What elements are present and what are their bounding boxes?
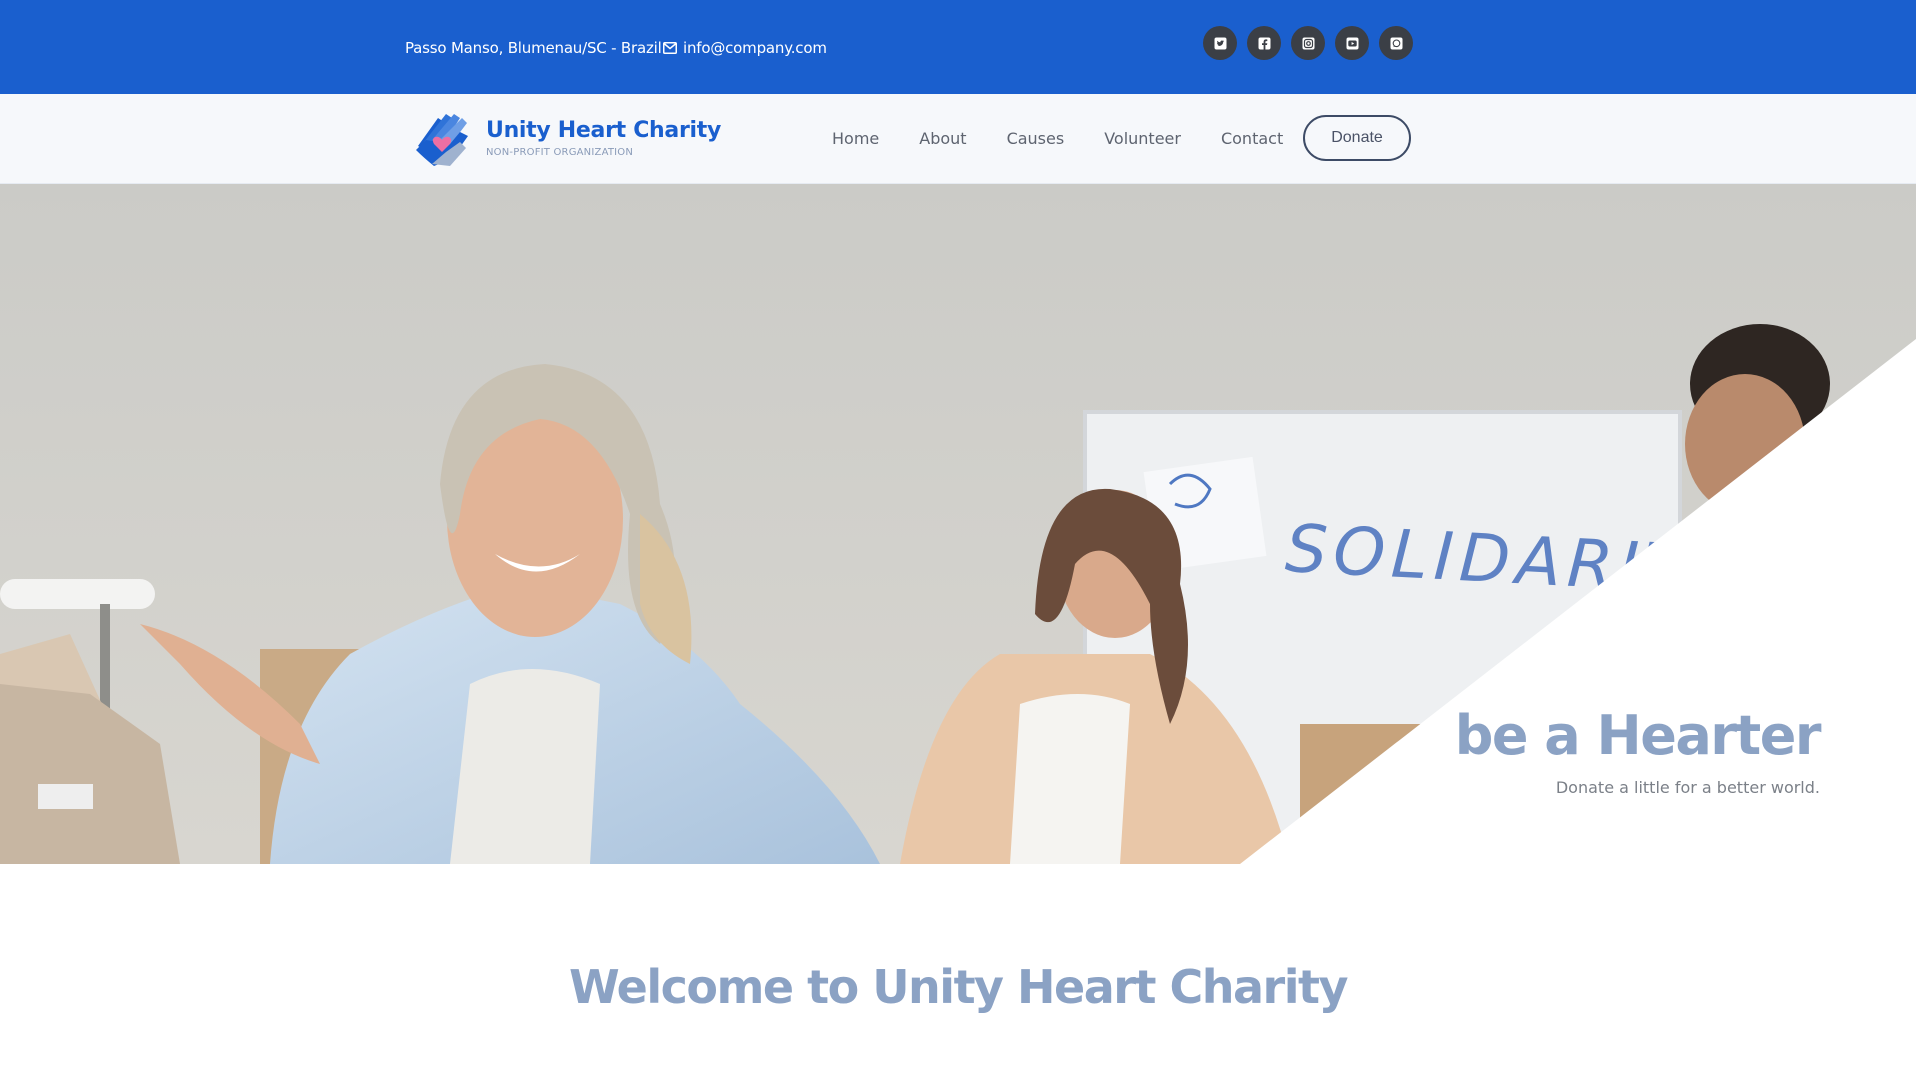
primary-nav: Home About Causes Volunteer Contact Dona…: [812, 114, 1411, 162]
nav-home[interactable]: Home: [812, 114, 899, 162]
brand-name: Unity Heart Charity: [486, 118, 721, 143]
brand-logo[interactable]: Unity Heart Charity NON-PROFIT ORGANIZAT…: [410, 106, 721, 170]
twitter-icon[interactable]: [1203, 26, 1237, 60]
email-text: info@company.com: [683, 39, 827, 57]
nav-causes[interactable]: Causes: [987, 114, 1085, 162]
instagram-icon[interactable]: [1291, 26, 1325, 60]
donate-button[interactable]: Donate: [1303, 115, 1411, 161]
top-bar: Passo Manso, Blumenau/SC - Brazil info@c…: [0, 0, 1916, 94]
address-text: Passo Manso, Blumenau/SC - Brazil: [405, 39, 662, 57]
brand-tagline: NON-PROFIT ORGANIZATION: [486, 147, 634, 158]
facebook-icon[interactable]: [1247, 26, 1281, 60]
envelope-icon: [663, 42, 677, 54]
nav-about[interactable]: About: [899, 114, 986, 162]
nav-volunteer[interactable]: Volunteer: [1084, 114, 1201, 162]
hero-subtitle: Donate a little for a better world.: [1555, 778, 1820, 797]
email-link[interactable]: info@company.com: [663, 39, 827, 57]
social-links: [1203, 26, 1413, 60]
nav-contact[interactable]: Contact: [1201, 114, 1303, 162]
youtube-icon[interactable]: [1335, 26, 1369, 60]
main-navbar: Unity Heart Charity NON-PROFIT ORGANIZAT…: [0, 94, 1916, 184]
whatsapp-icon[interactable]: [1379, 26, 1413, 60]
hands-heart-logo-icon: [416, 114, 468, 166]
hero-banner: SOLIDARITY be a Hearter Donate a little …: [0, 184, 1916, 864]
hero-title: be a Hearter: [1454, 704, 1822, 767]
welcome-heading: Welcome to Unity Heart Charity: [569, 960, 1348, 1014]
